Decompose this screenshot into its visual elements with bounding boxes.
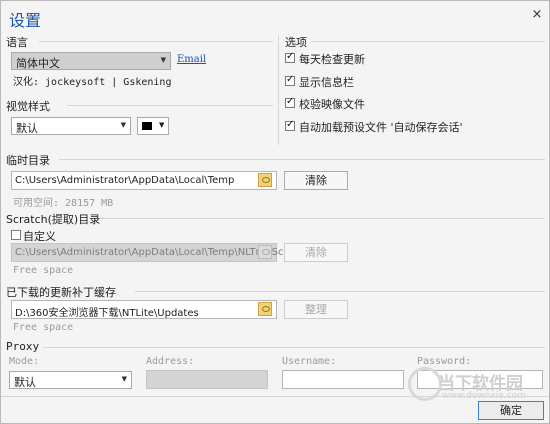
proxy-password-label: Password: [417, 356, 472, 367]
proxy-username-label: Username: [282, 356, 337, 367]
section-separator [278, 35, 279, 145]
close-icon[interactable]: × [529, 7, 545, 23]
check-updates-label: 每天检查更新 [299, 53, 365, 66]
color-swatch [142, 122, 152, 130]
scratch-dir-input: C:\Users\Administrator\AppData\Local\Tem… [11, 243, 309, 262]
autoload-preset-checkbox[interactable] [285, 119, 295, 131]
scratch-clear-button[interactable]: 清除 [284, 243, 348, 262]
translation-credits: 汉化: jockeysoft | Gskening [13, 77, 172, 88]
verify-image-checkbox[interactable] [285, 96, 295, 108]
language-divider [39, 41, 273, 42]
organize-button[interactable]: 整理 [284, 300, 348, 319]
chevron-down-icon: ▼ [120, 121, 126, 129]
folder-browse-icon[interactable] [258, 173, 272, 187]
temp-dir-path: C:\Users\Administrator\AppData\Local\Tem… [15, 175, 235, 186]
option-check-updates[interactable]: 每天检查更新 [285, 51, 535, 66]
proxy-mode-label: Mode: [9, 356, 40, 367]
update-cache-free-space: Free space [13, 322, 74, 333]
options-section-label: 选项 [285, 36, 307, 49]
option-autoload-preset[interactable]: 自动加载预设文件 '自动保存会话' [285, 119, 545, 134]
show-infobar-checkbox[interactable] [285, 74, 295, 86]
chevron-down-icon: ▼ [160, 56, 166, 64]
scratch-free-space: Free space [13, 265, 74, 276]
custom-scratch-option[interactable]: 自定义 [11, 228, 81, 243]
chevron-down-icon: ▼ [159, 121, 165, 129]
ok-button[interactable]: 确定 [478, 401, 544, 420]
update-cache-input[interactable]: D:\360安全浏览器下载\NTLite\Updates [11, 300, 277, 319]
temp-clear-button[interactable]: 清除 [284, 171, 348, 190]
folder-browse-icon [258, 245, 272, 259]
autoload-preset-label: 自动加载预设文件 '自动保存会话' [299, 121, 463, 134]
proxy-address-input [146, 370, 268, 389]
temp-free-space: 可用空间: 28157 MB [13, 198, 114, 209]
update-cache-section-label: 已下载的更新补丁缓存 [6, 286, 116, 299]
proxy-section-label: Proxy [6, 340, 40, 353]
visual-style-select[interactable]: 默认 ▼ [11, 117, 131, 135]
proxy-mode-value: 默认 [14, 376, 36, 389]
color-picker[interactable]: ▼ [137, 117, 169, 135]
custom-scratch-label: 自定义 [23, 230, 56, 243]
temp-dir-input[interactable]: C:\Users\Administrator\AppData\Local\Tem… [11, 171, 277, 190]
folder-browse-icon[interactable] [258, 302, 272, 316]
show-infobar-label: 显示信息栏 [299, 76, 354, 89]
language-section-label: 语言 [6, 36, 28, 49]
visual-style-divider [67, 105, 273, 106]
language-select[interactable]: 简体中文 ▼ [11, 52, 171, 70]
proxy-mode-select[interactable]: 默认 ▼ [9, 371, 132, 389]
custom-scratch-checkbox[interactable] [11, 230, 21, 240]
proxy-address-label: Address: [146, 356, 195, 367]
proxy-divider [43, 347, 545, 348]
email-link[interactable]: Email [177, 54, 206, 65]
footer-divider [1, 396, 549, 397]
temp-dir-divider [59, 159, 545, 160]
chevron-down-icon: ▼ [121, 375, 127, 383]
visual-style-section-label: 视觉样式 [6, 100, 50, 113]
update-cache-divider [135, 291, 545, 292]
proxy-username-input[interactable] [282, 370, 404, 389]
option-verify-image[interactable]: 校验映像文件 [285, 96, 535, 111]
check-updates-checkbox[interactable] [285, 51, 295, 63]
language-select-value: 简体中文 [16, 57, 60, 70]
option-show-infobar[interactable]: 显示信息栏 [285, 74, 535, 89]
temp-dir-section-label: 临时目录 [6, 154, 50, 167]
scratch-dir-divider [101, 218, 545, 219]
settings-dialog: 设置 × 语言 简体中文 ▼ Email 汉化: jockeysoft | Gs… [0, 0, 550, 424]
scratch-dir-section-label: Scratch(提取)目录 [6, 213, 101, 226]
verify-image-label: 校验映像文件 [299, 98, 365, 111]
update-cache-path: D:\360安全浏览器下载\NTLite\Updates [15, 308, 199, 319]
options-divider [311, 41, 545, 42]
visual-style-select-value: 默认 [16, 122, 38, 135]
dialog-title: 设置 [9, 11, 42, 30]
